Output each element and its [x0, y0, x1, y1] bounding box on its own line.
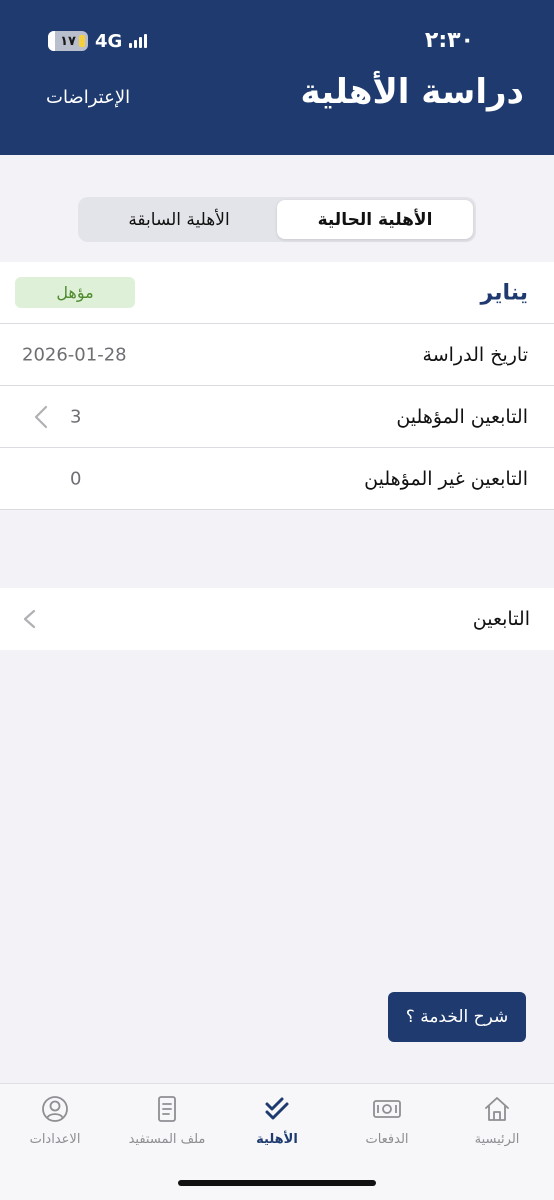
eligible-dependents-value: 3: [70, 406, 82, 427]
objections-link[interactable]: الإعتراضات: [46, 87, 130, 108]
document-icon: [158, 1096, 176, 1122]
tab-current-eligibility[interactable]: الأهلية الحالية: [277, 200, 473, 239]
network-type: 4G: [95, 30, 123, 52]
tab-payments-label: الدفعات: [365, 1132, 409, 1147]
battery-icon: ١٧: [48, 31, 88, 51]
banknote-icon: [373, 1100, 401, 1118]
ineligible-dependents-value: 0: [70, 468, 82, 489]
eligibility-segmented-control: الأهلية السابقة الأهلية الحالية: [78, 197, 476, 242]
eligible-dependents-label: التابعين المؤهلين: [396, 405, 528, 428]
battery-label: ١٧: [60, 33, 76, 49]
tab-home-label: الرئيسية: [474, 1132, 520, 1147]
user-circle-icon: [42, 1096, 68, 1122]
status-indicators: ١٧ 4G: [48, 30, 148, 52]
dependents-row[interactable]: التابعين: [0, 588, 554, 650]
battery-low-power-indicator: [79, 35, 85, 47]
tab-settings-label: الاعدادات: [29, 1132, 81, 1147]
tab-eligibility-label: الأهلية: [256, 1132, 298, 1147]
study-date-value: 2026-01-28: [22, 344, 127, 365]
month-row: يناير مؤهل: [0, 262, 554, 324]
screen: ٢:٣٠ ١٧ 4G دراسة الأهلية الإعتراضات الأه…: [0, 0, 554, 1200]
chevron-left-icon: [34, 405, 48, 428]
eligible-dependents-row[interactable]: التابعين المؤهلين 3: [0, 386, 554, 448]
house-icon: [485, 1097, 509, 1121]
dependents-label: التابعين: [472, 608, 530, 630]
double-check-icon: [265, 1097, 289, 1120]
tab-home[interactable]: الرئيسية: [442, 1094, 552, 1154]
page-title: دراسة الأهلية: [300, 72, 525, 112]
tab-settings[interactable]: الاعدادات: [0, 1094, 110, 1154]
study-date-label: تاريخ الدراسة: [422, 343, 528, 366]
status-badge: مؤهل: [15, 277, 135, 308]
month-label: يناير: [480, 280, 528, 305]
ineligible-dependents-row: التابعين غير المؤهلين 0: [0, 448, 554, 510]
home-indicator: [178, 1180, 376, 1186]
chevron-left-icon: [23, 609, 36, 629]
tab-payments[interactable]: الدفعات: [332, 1094, 442, 1154]
status-time: ٢:٣٠: [424, 28, 474, 53]
ineligible-dependents-label: التابعين غير المؤهلين: [364, 467, 528, 490]
eligibility-card: يناير مؤهل تاريخ الدراسة 2026-01-28 التا…: [0, 262, 554, 510]
study-date-row: تاريخ الدراسة 2026-01-28: [0, 324, 554, 386]
tab-previous-eligibility[interactable]: الأهلية السابقة: [81, 200, 277, 239]
battery-fill: [48, 31, 55, 51]
tab-beneficiary-profile-label: ملف المستفيد: [128, 1132, 206, 1147]
header: ٢:٣٠ ١٧ 4G دراسة الأهلية الإعتراضات: [0, 0, 554, 155]
signal-icon: [129, 34, 148, 48]
service-explanation-button[interactable]: شرح الخدمة ؟: [388, 992, 526, 1042]
tab-eligibility[interactable]: الأهلية: [222, 1094, 332, 1154]
tab-beneficiary-profile[interactable]: ملف المستفيد: [112, 1094, 222, 1154]
